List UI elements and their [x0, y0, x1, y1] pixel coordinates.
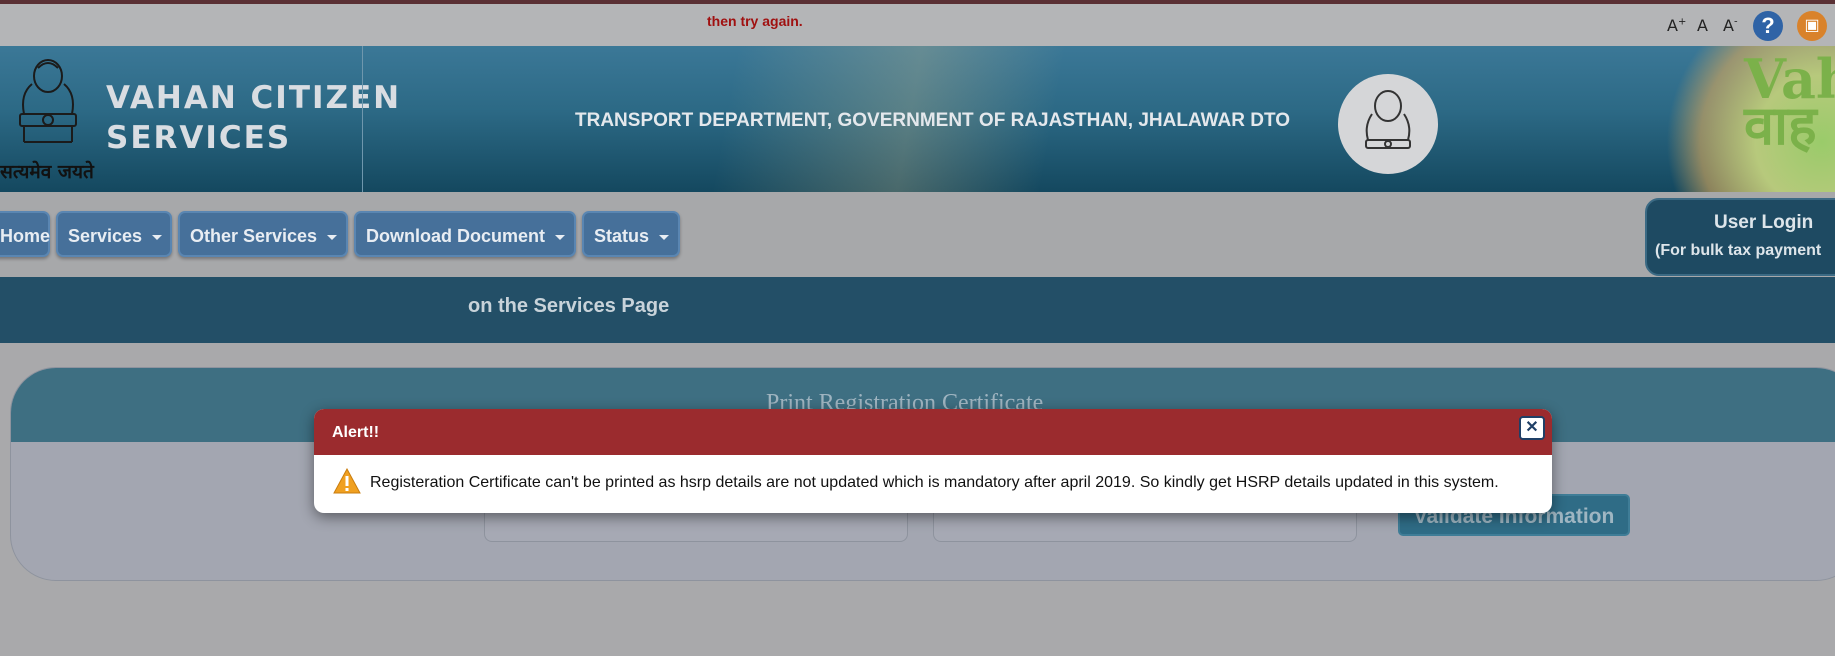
- info-banner: on the Services Page: [0, 277, 1835, 343]
- alert-dialog: Alert!! ✕ Registeration Certificate can'…: [314, 409, 1552, 513]
- site-header: सत्यमेव जयते VAHAN CITIZEN SERVICES TRAN…: [0, 46, 1835, 192]
- top-bar: then try again. A+ A A- ? ▣: [0, 4, 1835, 46]
- nav-services[interactable]: Services: [56, 211, 172, 257]
- user-login-sublabel: (For bulk tax payment: [1655, 242, 1822, 259]
- nav-services-label: Services: [68, 226, 143, 246]
- national-emblem-icon: [19, 59, 77, 143]
- warning-icon: [333, 468, 361, 494]
- department-name: TRANSPORT DEPARTMENT, GOVERNMENT OF RAJA…: [575, 110, 1290, 131]
- chevron-down-icon: [555, 234, 565, 240]
- top-message: then try again.: [707, 13, 803, 29]
- nav-download-document-label: Download Document: [366, 226, 545, 246]
- user-login-button[interactable]: User Login (For bulk tax payment: [1645, 198, 1835, 276]
- alert-dialog-title: Alert!!: [332, 424, 380, 441]
- site-title-line2: SERVICES: [106, 120, 292, 156]
- nav-other-services-label: Other Services: [190, 226, 318, 246]
- alert-dialog-header: Alert!! ✕: [314, 409, 1552, 455]
- alert-dialog-message: Registeration Certificate can't be print…: [370, 474, 1499, 491]
- chassis-number-field[interactable]: [933, 511, 1357, 542]
- nav-download-document[interactable]: Download Document: [354, 211, 576, 257]
- site-title: VAHAN CITIZEN SERVICES: [106, 78, 401, 158]
- book-icon[interactable]: ▣: [1797, 11, 1827, 41]
- nav-home[interactable]: Home: [0, 211, 50, 257]
- font-normal-button[interactable]: A: [1697, 16, 1708, 35]
- nav-home-label: Home: [0, 226, 51, 246]
- nav-status-label: Status: [594, 226, 650, 246]
- vahan-logo: Vah वाह: [1744, 52, 1835, 152]
- nav-other-services[interactable]: Other Services: [178, 211, 348, 257]
- emblem-caption: सत्यमेव जयते: [0, 161, 94, 183]
- chevron-down-icon: [152, 234, 163, 240]
- font-decrease-button[interactable]: A-: [1723, 16, 1738, 35]
- site-title-line1: VAHAN CITIZEN: [106, 80, 402, 116]
- nav-status[interactable]: Status: [582, 211, 680, 257]
- state-emblem-icon: [1338, 74, 1438, 174]
- close-icon[interactable]: ✕: [1519, 416, 1545, 440]
- help-icon[interactable]: ?: [1753, 11, 1783, 41]
- header-divider: [362, 46, 363, 192]
- banner-text: on the Services Page: [468, 295, 670, 317]
- user-login-label: User Login: [1714, 212, 1814, 233]
- chevron-down-icon: [327, 234, 338, 240]
- chevron-down-icon: [659, 234, 670, 240]
- font-increase-button[interactable]: A+: [1667, 16, 1686, 35]
- registration-number-field[interactable]: [484, 511, 908, 542]
